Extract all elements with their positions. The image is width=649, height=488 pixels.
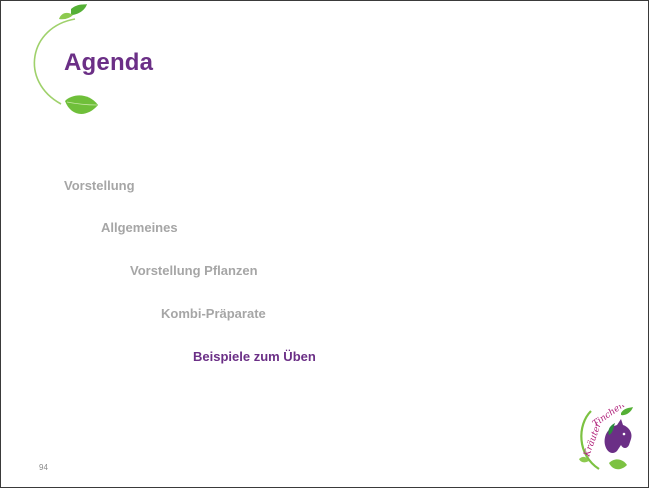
horse-logo-icon: Kräuter Tinchen — [579, 405, 633, 470]
page-number: 94 — [39, 463, 48, 472]
page-title: Agenda — [64, 49, 154, 76]
agenda-item-vorstellung-pflanzen: Vorstellung Pflanzen — [130, 263, 258, 278]
agenda-item-allgemeines: Allgemeines — [101, 220, 178, 235]
agenda-item-vorstellung: Vorstellung — [64, 178, 135, 193]
agenda-item-beispiele-zum-ueben: Beispiele zum Üben — [193, 349, 316, 364]
agenda-item-kombi-praeparate: Kombi-Präparate — [161, 306, 266, 321]
slide: Agenda Vorstellung Allgemeines Vorstellu… — [0, 0, 649, 488]
